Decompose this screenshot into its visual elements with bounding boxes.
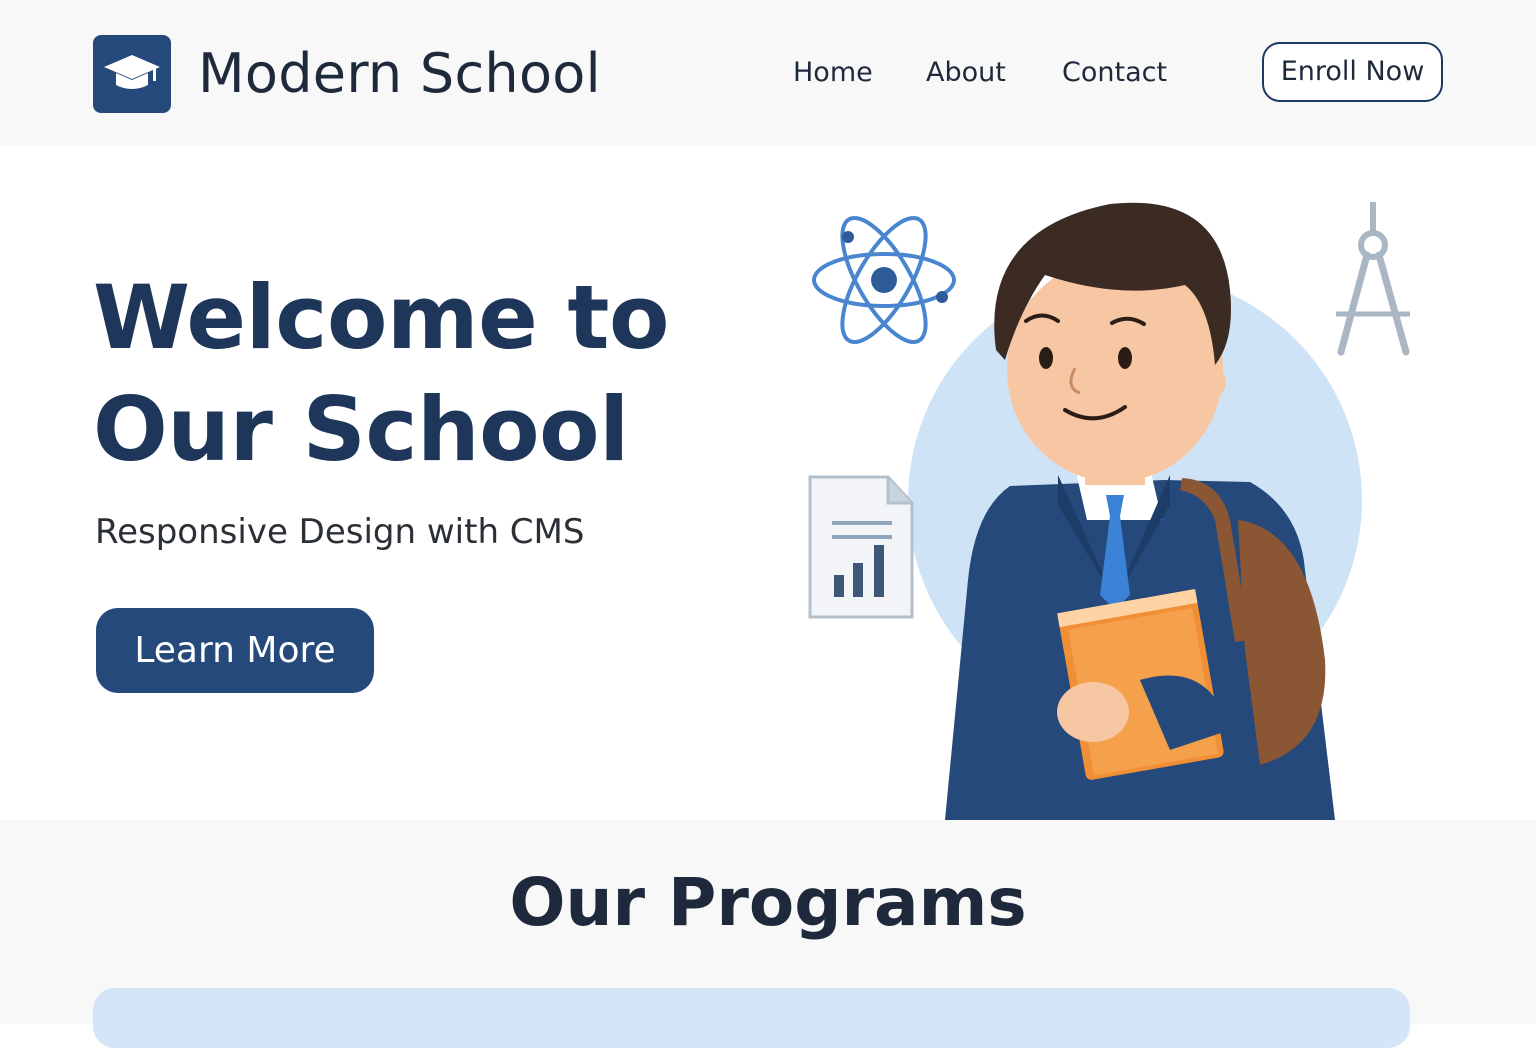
student-illustration — [945, 202, 1335, 820]
hero-illustration — [808, 202, 1410, 820]
graduation-cap-icon — [104, 55, 160, 89]
hero-title: Welcome to Our School — [93, 262, 733, 486]
hero-subtitle: Responsive Design with CMS — [95, 512, 585, 552]
hero-title-line-2: Our School — [93, 378, 629, 481]
program-card[interactable] — [93, 988, 1410, 1048]
compass-icon — [1336, 202, 1410, 356]
learn-more-button[interactable]: Learn More — [96, 608, 374, 693]
nav-home[interactable]: Home — [793, 56, 873, 90]
enroll-now-button[interactable]: Enroll Now — [1262, 42, 1443, 102]
brand-name[interactable]: Modern School — [198, 42, 601, 106]
nav-about[interactable]: About — [926, 56, 1006, 90]
programs-title: Our Programs — [509, 864, 1027, 941]
report-document-icon — [808, 475, 914, 619]
atom-icon — [812, 216, 956, 344]
hero-title-line-1: Welcome to — [93, 266, 669, 369]
nav-contact[interactable]: Contact — [1062, 56, 1167, 90]
logo[interactable] — [93, 35, 171, 113]
